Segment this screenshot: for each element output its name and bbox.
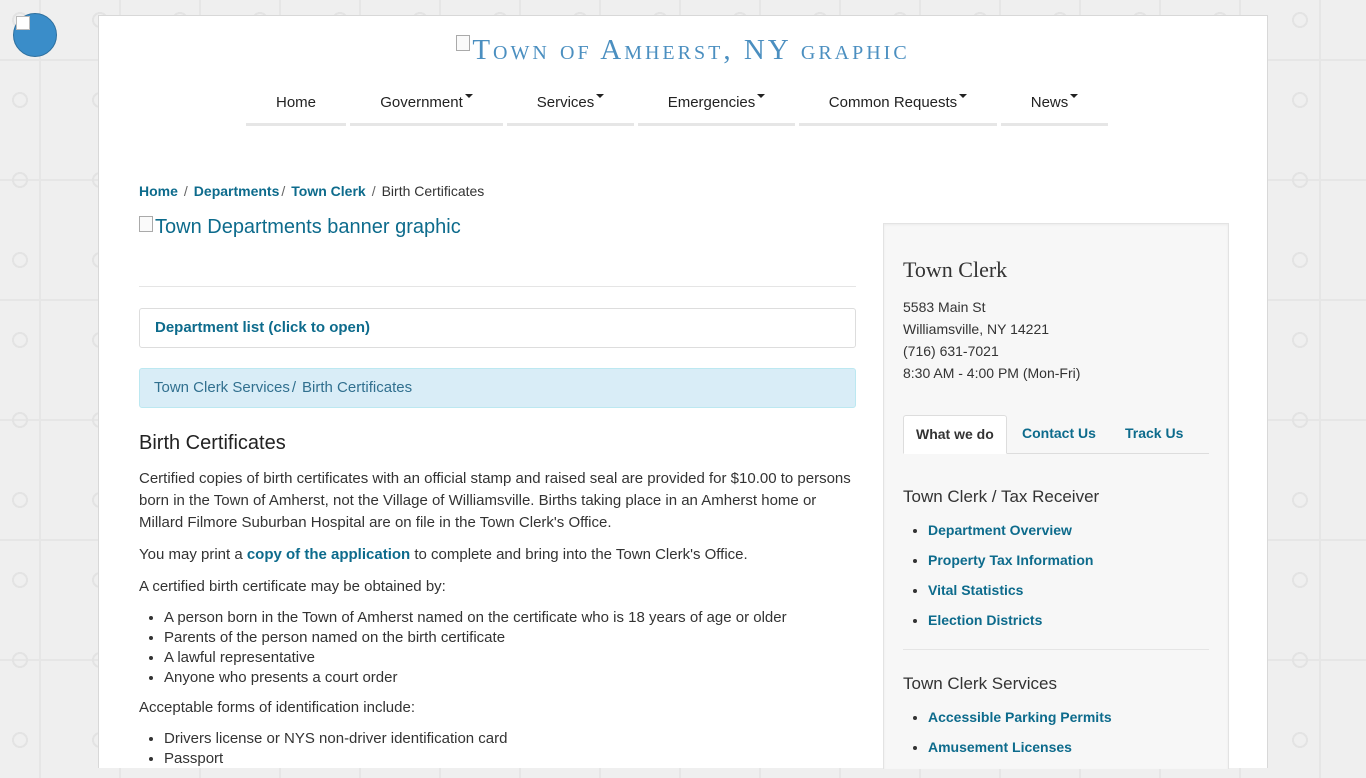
section-current: Birth Certificates	[302, 379, 413, 396]
tab-what-we-do[interactable]: What we do	[903, 415, 1007, 454]
section-heading: Town Clerk / Tax Receiver	[903, 487, 1100, 506]
list-item: Election Districts	[928, 610, 1093, 640]
address-line-2: Williamsville, NY 14221	[903, 321, 1050, 337]
sidebar-title: Town Clerk	[903, 257, 1008, 282]
nav-news[interactable]: News	[1001, 90, 1108, 126]
election-districts-link[interactable]: Election Districts	[928, 612, 1042, 628]
caret-down-icon	[464, 94, 473, 98]
breadcrumb-current: Birth Certificates	[381, 183, 485, 199]
accessibility-button[interactable]	[13, 13, 57, 57]
list-item: Amusement Licenses	[928, 737, 1112, 767]
caret-down-icon	[596, 94, 605, 98]
page-container: Town of Amherst, NY graphic Home Governm…	[98, 15, 1268, 769]
broken-image-icon	[139, 216, 153, 232]
site-logo[interactable]: Town of Amherst, NY graphic	[99, 34, 1267, 67]
caret-down-icon	[1070, 94, 1079, 98]
list-item: Department Overview	[928, 520, 1093, 550]
caret-down-icon	[757, 94, 766, 98]
office-hours: 8:30 AM - 4:00 PM (Mon-Fri)	[903, 365, 1081, 381]
breadcrumb-home[interactable]: Home	[139, 183, 178, 199]
list-item: Passport	[164, 749, 856, 769]
divider	[139, 286, 856, 287]
department-list-link[interactable]: Department list (click to open)	[155, 319, 370, 336]
eligibility-list: A person born in the Town of Amherst nam…	[139, 608, 856, 688]
list-item: Drivers license or NYS non-driver identi…	[164, 729, 856, 749]
property-tax-link[interactable]: Property Tax Information	[928, 552, 1093, 568]
section-heading: Town Clerk Services	[903, 674, 1057, 693]
vital-statistics-link[interactable]: Vital Statistics	[928, 582, 1023, 598]
sidebar-tabs: What we do Contact Us Track Us	[903, 415, 1209, 454]
department-overview-link[interactable]: Department Overview	[928, 522, 1072, 538]
main-nav: Home Government Services Emergencies Com…	[246, 90, 1108, 126]
broken-image-icon	[16, 16, 30, 30]
clerk-links: Department Overview Property Tax Informa…	[903, 520, 1093, 640]
broken-image-icon	[456, 35, 471, 51]
department-banner: Town Departments banner graphic	[139, 216, 461, 239]
section-breadcrumb: Town Clerk Services / Birth Certificates	[139, 368, 856, 408]
tab-contact-us[interactable]: Contact Us	[1010, 415, 1108, 453]
list-item: Accessible Parking Permits	[928, 707, 1112, 737]
divider	[903, 649, 1209, 650]
tab-track-us[interactable]: Track Us	[1113, 415, 1195, 453]
parking-permits-link[interactable]: Accessible Parking Permits	[928, 709, 1112, 725]
list-item: A lawful representative	[164, 648, 856, 668]
intro-paragraph: Certified copies of birth certificates w…	[139, 470, 851, 531]
address-line-1: 5583 Main St	[903, 299, 986, 315]
list-item: Property Tax Information	[928, 550, 1093, 580]
nav-services[interactable]: Services	[507, 90, 634, 126]
breadcrumb-departments[interactable]: Departments	[194, 183, 280, 199]
eligibility-intro: A certified birth certificate may be obt…	[139, 578, 446, 595]
id-intro: Acceptable forms of identification inclu…	[139, 699, 415, 716]
id-list: Drivers license or NYS non-driver identi…	[139, 729, 856, 769]
nav-home[interactable]: Home	[246, 90, 346, 126]
main-content: Birth Certificates Certified copies of b…	[139, 431, 856, 778]
phone-number: (716) 631-7021	[903, 343, 999, 359]
application-link[interactable]: copy of the application	[247, 546, 410, 563]
sidebar: Town Clerk 5583 Main St Williamsville, N…	[883, 223, 1229, 769]
list-item: Vital Statistics	[928, 580, 1093, 610]
logo-alt-text[interactable]: Town of Amherst, NY graphic	[456, 34, 909, 67]
breadcrumb: Home / Departments / Town Clerk / Birth Certif…	[139, 183, 485, 199]
services-links: Accessible Parking Permits Amusement Lic…	[903, 707, 1112, 767]
contact-info: 5583 Main St Williamsville, NY 14221 (71…	[903, 296, 1080, 384]
nav-government[interactable]: Government	[350, 90, 503, 126]
breadcrumb-town-clerk[interactable]: Town Clerk	[291, 183, 365, 199]
department-list-toggle[interactable]: Department list (click to open)	[139, 308, 856, 348]
caret-down-icon	[959, 94, 968, 98]
list-item: A person born in the Town of Amherst nam…	[164, 608, 856, 628]
page-title: Birth Certificates	[139, 432, 286, 454]
list-item: Anyone who presents a court order	[164, 668, 856, 688]
amusement-licenses-link[interactable]: Amusement Licenses	[928, 739, 1072, 755]
application-paragraph: You may print a copy of the application …	[139, 546, 748, 563]
list-item: Parents of the person named on the birth…	[164, 628, 856, 648]
nav-emergencies[interactable]: Emergencies	[638, 90, 795, 126]
section-parent[interactable]: Town Clerk Services	[154, 379, 290, 396]
nav-common-requests[interactable]: Common Requests	[799, 90, 997, 126]
